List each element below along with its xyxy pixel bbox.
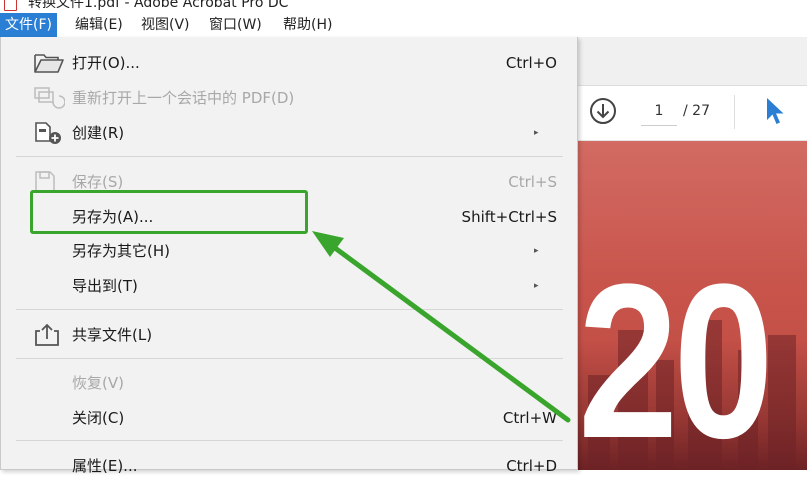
download-circle-icon[interactable]	[589, 97, 617, 125]
page-total: / 27	[683, 103, 710, 119]
submenu-arrow-icon: ▸	[534, 281, 539, 291]
folder-open-icon	[34, 54, 64, 73]
menu-item-reopen-session[interactable]: 重新打开上一个会话中的 PDF(D)	[1, 81, 577, 115]
menu-item-label: 打开(O)...	[72, 54, 140, 72]
menu-item-create[interactable]: 创建(R) ▸	[1, 116, 577, 150]
submenu-arrow-icon: ▸	[534, 246, 539, 256]
menu-edit[interactable]: 编辑(E)	[70, 13, 128, 37]
building	[768, 335, 796, 470]
create-pdf-icon	[35, 122, 61, 144]
menu-item-share-file[interactable]: 共享文件(L)	[1, 318, 577, 352]
menu-separator	[16, 440, 563, 441]
menu-item-shortcut: Ctrl+O	[505, 54, 557, 72]
menu-item-export-to[interactable]: 导出到(T) ▸	[1, 269, 577, 303]
submenu-arrow-icon: ▸	[534, 128, 539, 138]
pdf-file-icon	[4, 0, 17, 11]
menu-item-label: 创建(R)	[72, 124, 125, 142]
title-bar: 转换文件1.pdf - Adobe Acrobat Pro DC	[0, 0, 807, 13]
share-icon	[35, 323, 59, 346]
menu-item-shortcut: Shift+Ctrl+S	[461, 208, 557, 226]
menu-item-shortcut: Ctrl+S	[508, 173, 557, 191]
menu-item-label: 属性(E)...	[72, 457, 138, 475]
select-cursor-icon[interactable]	[764, 96, 786, 126]
menu-item-shortcut: Ctrl+D	[506, 457, 557, 475]
page-number-input[interactable]: 1	[641, 97, 677, 126]
menu-item-shortcut: Ctrl+W	[502, 409, 557, 427]
menu-item-close[interactable]: 关闭(C) Ctrl+W	[1, 401, 577, 435]
menu-item-label: 关闭(C)	[72, 409, 125, 427]
menu-item-save-as-other[interactable]: 另存为其它(H) ▸	[1, 234, 577, 268]
menu-item-label: 导出到(T)	[72, 277, 138, 295]
menu-item-label: 另存为其它(H)	[72, 242, 170, 260]
window-title: 转换文件1.pdf - Adobe Acrobat Pro DC	[28, 0, 289, 11]
reopen-session-icon	[34, 87, 65, 109]
menu-item-revert[interactable]: 恢复(V)	[1, 366, 577, 400]
menu-view[interactable]: 视图(V)	[136, 13, 195, 37]
menu-separator	[16, 156, 563, 157]
save-as-highlight-box	[30, 190, 308, 234]
menu-file[interactable]: 文件(F)	[0, 13, 57, 37]
document-preview: 20	[578, 141, 807, 470]
toolbar-divider	[734, 95, 735, 129]
menu-separator	[16, 358, 563, 359]
tab-strip	[578, 37, 807, 86]
file-menu-dropdown: 打开(O)... Ctrl+O 重新打开上一个会话中的 PDF(D) 创建(R)…	[0, 37, 578, 475]
menu-item-label: 共享文件(L)	[72, 326, 153, 344]
menu-separator	[16, 309, 563, 310]
menu-item-open[interactable]: 打开(O)... Ctrl+O	[1, 46, 577, 80]
menu-item-label: 恢复(V)	[72, 374, 124, 392]
menu-bar: 文件(F) 编辑(E) 视图(V) 窗口(W) 帮助(H)	[0, 13, 807, 37]
menu-item-properties[interactable]: 属性(E)... Ctrl+D	[1, 449, 577, 483]
menu-item-label: 重新打开上一个会话中的 PDF(D)	[72, 89, 295, 107]
menu-window[interactable]: 窗口(W)	[204, 13, 267, 37]
menu-help[interactable]: 帮助(H)	[278, 13, 337, 37]
preview-big-number: 20	[578, 238, 774, 470]
